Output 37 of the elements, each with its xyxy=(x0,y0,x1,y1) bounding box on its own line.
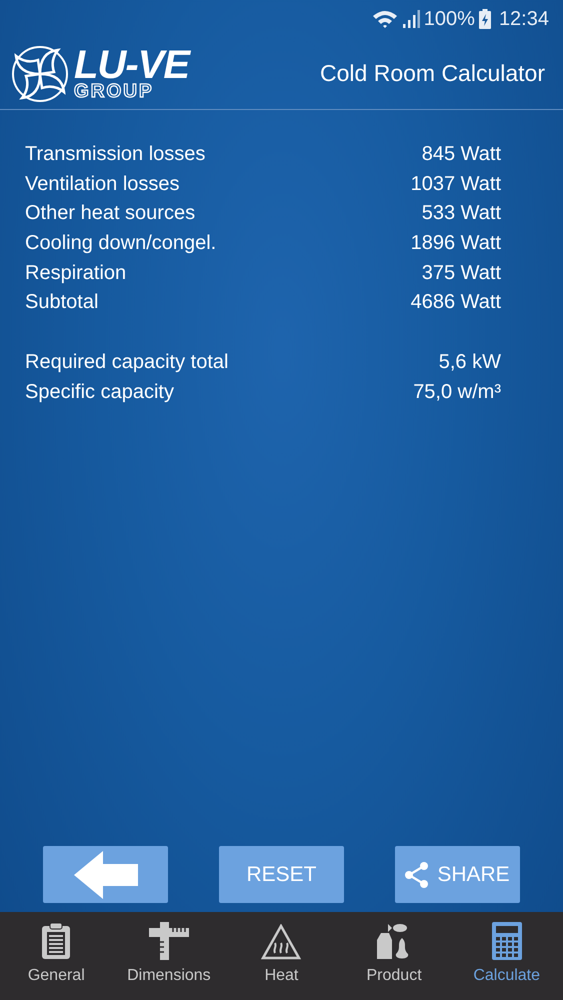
result-value: 4686 Watt xyxy=(410,290,501,316)
result-value: 375 Watt xyxy=(422,260,501,286)
result-label: Other heat sources xyxy=(25,201,196,226)
status-time: 12:34 xyxy=(498,7,549,32)
nav-tab[interactable]: Calculate xyxy=(450,912,563,1000)
result-value: 845 Watt xyxy=(422,142,501,167)
result-label: Transmission losses xyxy=(25,142,206,167)
result-label: Ventilation losses xyxy=(25,172,180,197)
calculator-icon xyxy=(492,922,522,960)
result-value: 5,6 kW xyxy=(438,350,501,376)
clipboard-icon xyxy=(41,922,72,960)
back-button[interactable] xyxy=(43,846,168,903)
nav-tab[interactable]: Dimensions xyxy=(112,912,226,1000)
signal-icon xyxy=(402,9,420,29)
result-label: Cooling down/congel. xyxy=(25,231,216,256)
swirl-logo-icon xyxy=(10,44,70,104)
nav-tab[interactable]: Product xyxy=(338,912,450,1000)
result-value: 1896 Watt xyxy=(410,231,501,256)
result-label: Specific capacity xyxy=(25,380,174,405)
ruler-icon xyxy=(148,922,189,960)
app-title: Cold Room Calculator xyxy=(320,59,545,88)
result-value: 1037 Watt xyxy=(410,172,501,197)
back-arrow-icon xyxy=(72,850,138,900)
share-icon xyxy=(405,862,430,888)
heat-warning-icon xyxy=(261,924,302,960)
nav-tab[interactable]: Heat xyxy=(225,912,338,1000)
result-label: Required capacity total xyxy=(25,350,228,376)
logo-subtext: GROUP xyxy=(74,82,155,100)
result-value: 75,0 w/m³ xyxy=(413,380,501,405)
result-label: Subtotal xyxy=(25,290,98,316)
result-value: 533 Watt xyxy=(422,201,501,226)
battery-percentage: 100% xyxy=(424,7,475,32)
battery-icon xyxy=(478,9,491,29)
nav-tab[interactable]: General xyxy=(0,912,113,1000)
wifi-icon xyxy=(372,9,398,29)
logo-text: LU-VE xyxy=(74,46,189,82)
result-label: Respiration xyxy=(25,260,126,286)
